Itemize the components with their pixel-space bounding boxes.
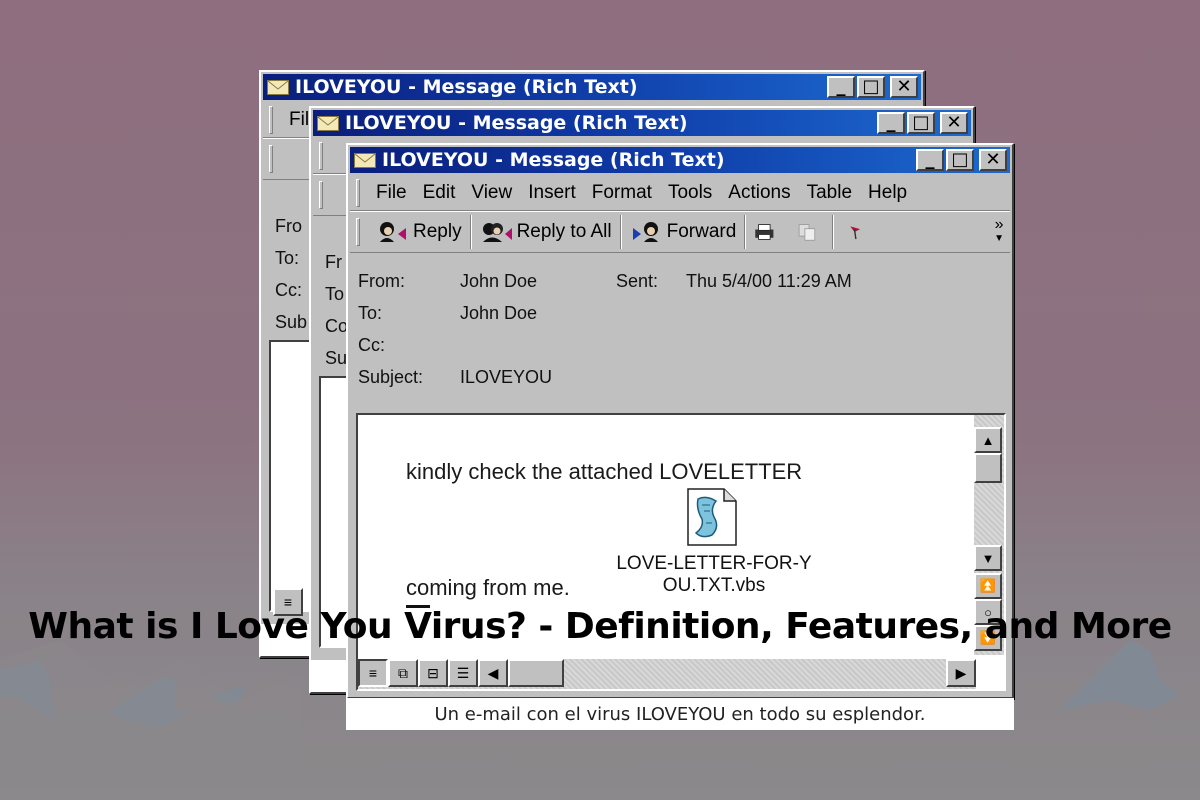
minimize-button[interactable]: _ [877, 112, 905, 134]
body-line-2: coming from me. [406, 575, 570, 600]
attachment-name[interactable]: LOVE-LETTER-FOR-Y OU.TXT.vbs [594, 553, 834, 597]
minimize-button[interactable]: _ [827, 76, 855, 98]
reply-all-label: Reply to All [516, 221, 612, 242]
toolbar-grip[interactable] [319, 181, 323, 209]
print-layout-view-button[interactable]: ⊟ [418, 659, 448, 687]
normal-view-button[interactable]: ≡ [358, 659, 388, 687]
toolbar-grip[interactable] [356, 218, 360, 246]
image-caption: Un e-mail con el virus ILOVEYOU en todo … [346, 698, 1014, 730]
printer-icon [755, 224, 774, 240]
from-label: Fro [275, 216, 302, 236]
toolbar-overflow-button[interactable]: » ▼ [988, 215, 1010, 249]
envelope-icon [317, 115, 339, 131]
maximize-button[interactable]: □ [857, 76, 885, 98]
copy-button[interactable] [789, 215, 832, 249]
envelope-icon [354, 152, 376, 168]
scroll-left-button[interactable]: ◀ [478, 659, 508, 687]
to-label: To: [358, 302, 383, 323]
message-body[interactable]: kindly check the attached LOVELETTER LOV… [356, 413, 1006, 691]
chevron-double-right-icon: » [994, 216, 1004, 233]
title-bar[interactable]: ILOVEYOU - Message (Rich Text) _ □ ✕ [263, 74, 921, 100]
menu-file[interactable]: File [368, 182, 415, 204]
menubar-grip[interactable] [319, 141, 323, 170]
menu-bar: File Edit View Insert Format Tools Actio… [350, 175, 1010, 211]
menu-table[interactable]: Table [799, 182, 860, 204]
close-button[interactable]: ✕ [940, 112, 968, 134]
toolbar: Reply Reply to All Forward » ▼ [350, 211, 1010, 253]
horizontal-scrollbar[interactable]: ≡ ⧉ ⊟ ☰ ◀ ▶ [358, 659, 976, 689]
cc-label: Co [325, 316, 349, 336]
scroll-down-button[interactable]: ▼ [974, 545, 1002, 571]
forward-button[interactable]: Forward [622, 215, 745, 249]
reply-all-icon [482, 223, 512, 242]
menu-insert[interactable]: Insert [520, 182, 584, 204]
article-headline: What is I Love You Virus? - Definition, … [28, 606, 1172, 647]
reply-label: Reply [413, 221, 462, 242]
menubar-grip[interactable] [269, 105, 273, 134]
window-title: ILOVEYOU - Message (Rich Text) [345, 112, 688, 134]
to-label: To [325, 284, 345, 304]
maximize-button[interactable]: □ [946, 149, 974, 171]
menu-view[interactable]: View [463, 182, 520, 204]
window-title: ILOVEYOU - Message (Rich Text) [295, 76, 638, 98]
menu-help[interactable]: Help [860, 182, 915, 204]
flag-button[interactable] [834, 215, 885, 249]
close-button[interactable]: ✕ [979, 149, 1007, 171]
cc-label: Cc: [358, 334, 385, 355]
sent-label: Sent: [616, 270, 659, 291]
web-layout-view-button[interactable]: ⧉ [388, 659, 418, 687]
scroll-right-button[interactable]: ▶ [946, 659, 976, 687]
menu-actions[interactable]: Actions [720, 182, 798, 204]
outline-view-button[interactable]: ☰ [448, 659, 478, 687]
attachment-name-line-1: LOVE-LETTER-FOR-Y [616, 553, 812, 574]
scroll-up-button[interactable]: ▲ [974, 427, 1002, 453]
menu-format[interactable]: Format [584, 182, 660, 204]
reply-all-button[interactable]: Reply to All [472, 215, 620, 249]
forward-icon [632, 222, 658, 242]
sent-value: Thu 5/4/00 11:29 AM [686, 270, 852, 291]
body-line-1: kindly check the attached LOVELETTER [406, 459, 803, 484]
toolbar-grip[interactable] [269, 145, 273, 173]
copy-icon [799, 224, 816, 241]
close-button[interactable]: ✕ [890, 76, 918, 98]
attachment-name-line-2: OU.TXT.vbs [662, 575, 766, 596]
menu-edit[interactable]: Edit [415, 182, 464, 204]
from-value[interactable]: John Doe [460, 271, 610, 292]
window-title: ILOVEYOU - Message (Rich Text) [382, 149, 725, 171]
subject-label: Subject: [358, 366, 424, 387]
subject-label: Sub [275, 312, 308, 332]
forward-label: Forward [666, 221, 737, 242]
title-bar[interactable]: ILOVEYOU - Message (Rich Text) _ □ ✕ [350, 147, 1010, 173]
subject-label: Su [325, 348, 348, 368]
to-value[interactable]: John Doe [460, 303, 610, 324]
chevron-down-icon: ▼ [994, 233, 1004, 244]
vbscript-file-icon[interactable] [684, 487, 740, 547]
menu-tools[interactable]: Tools [660, 182, 720, 204]
reply-button[interactable]: Reply [368, 215, 470, 249]
to-label: To: [275, 248, 300, 268]
reply-icon [380, 222, 406, 242]
from-label: From: [358, 270, 405, 291]
caption-strip [311, 660, 351, 692]
envelope-icon [267, 79, 289, 95]
from-label: Fr [325, 252, 342, 272]
message-header: From: John Doe Sent: Thu 5/4/00 11:29 AM… [348, 253, 1012, 393]
minimize-button[interactable]: _ [916, 149, 944, 171]
subject-value: ILOVEYOU [460, 366, 553, 387]
menubar-grip[interactable] [356, 178, 360, 207]
print-button[interactable] [746, 215, 789, 249]
horizontal-scroll-thumb[interactable] [508, 659, 564, 687]
title-bar[interactable]: ILOVEYOU - Message (Rich Text) _ □ ✕ [313, 110, 971, 136]
cc-label: Cc: [275, 280, 302, 300]
flag-icon [850, 226, 861, 240]
maximize-button[interactable]: □ [907, 112, 935, 134]
previous-page-button[interactable]: ⏫ [974, 573, 1002, 599]
scroll-thumb[interactable] [974, 453, 1002, 483]
